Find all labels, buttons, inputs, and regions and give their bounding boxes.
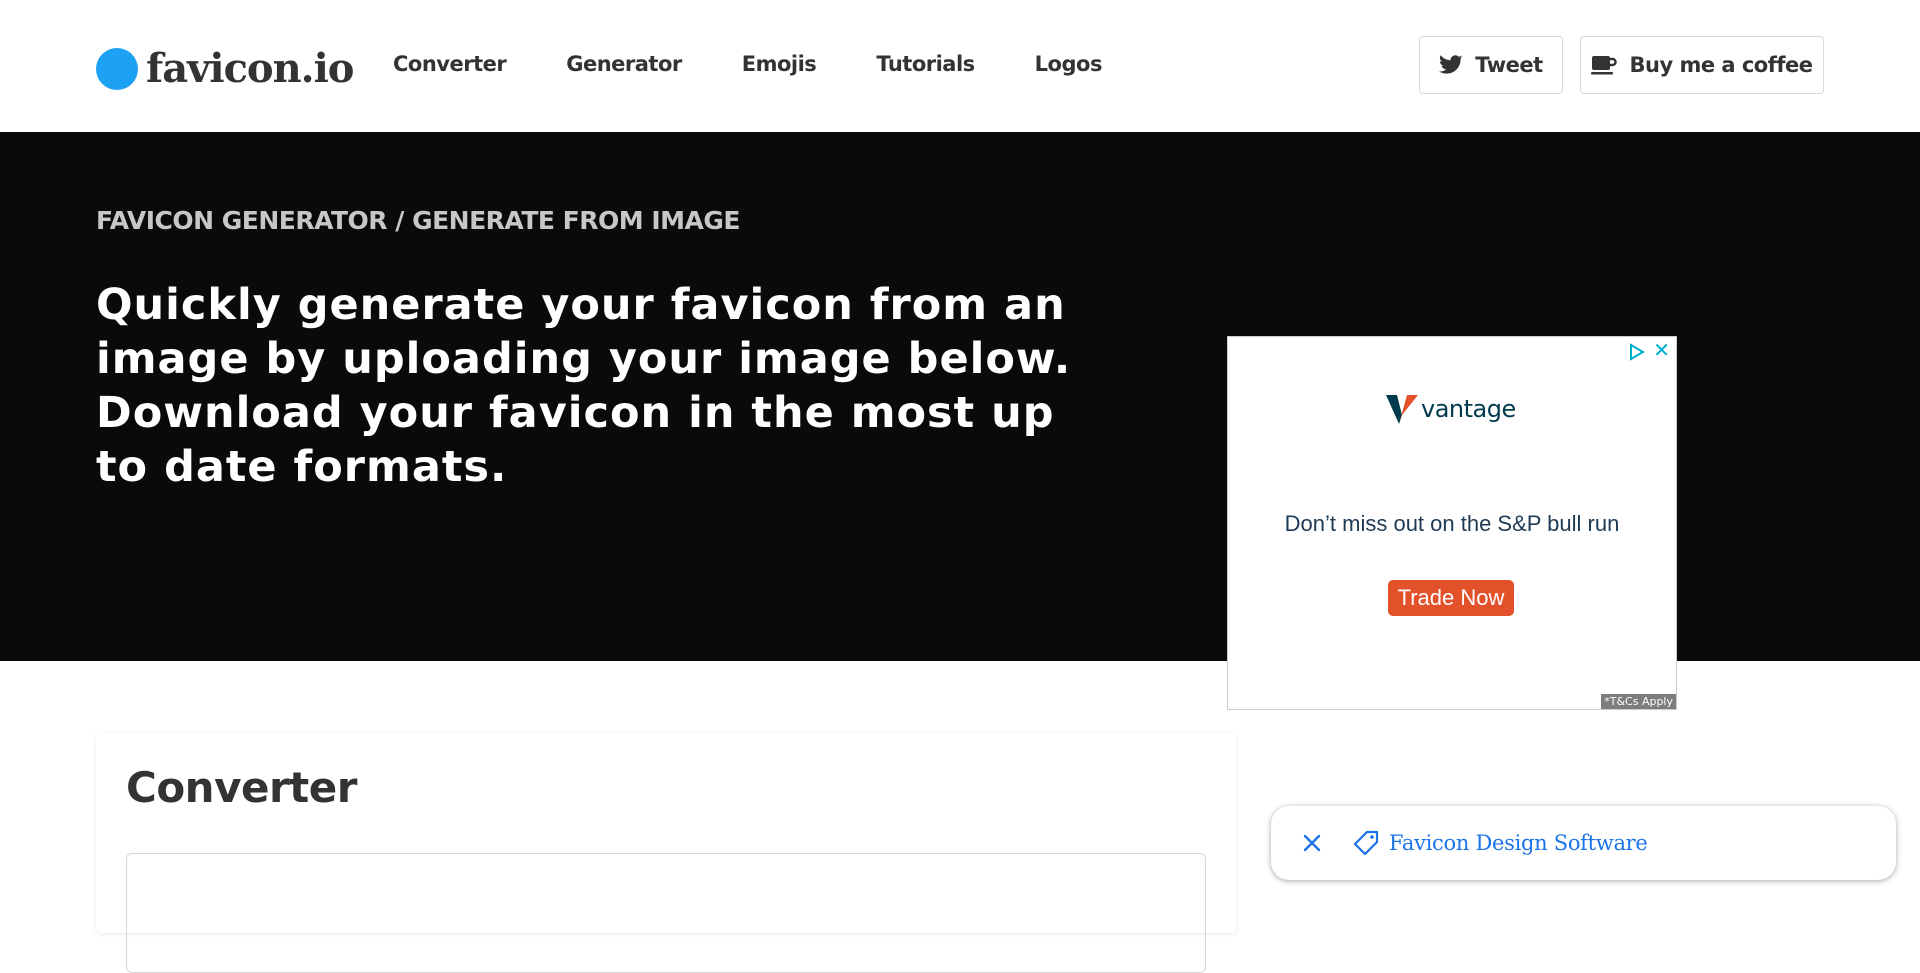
- page-headline: Quickly generate your favicon from an im…: [96, 280, 1072, 492]
- ad-close-icon[interactable]: ✕: [1653, 341, 1670, 361]
- ad-trade-now-button[interactable]: Trade Now: [1388, 580, 1514, 616]
- tag-icon: [1353, 830, 1379, 856]
- ad-terms-label: *T&Cs Apply: [1601, 694, 1676, 709]
- main-nav: Converter Generator Emojis Tutorials Log…: [393, 52, 1162, 76]
- coffee-cup-icon: [1591, 56, 1618, 75]
- hero-section: FAVICON GENERATOR / GENERATE FROM IMAGE …: [0, 132, 1920, 710]
- ad-message: Don’t miss out on the S&P bull run: [1284, 511, 1620, 536]
- nav-emojis[interactable]: Emojis: [742, 52, 817, 76]
- tweet-label: Tweet: [1475, 53, 1543, 77]
- nav-tutorials[interactable]: Tutorials: [876, 52, 975, 76]
- suggestion-label: Favicon Design Software: [1389, 831, 1648, 855]
- favicon-design-software-link[interactable]: Favicon Design Software: [1353, 830, 1648, 856]
- vantage-logo-icon: [1386, 395, 1418, 424]
- ad-brand-logo: vantage: [1385, 393, 1516, 425]
- tweet-button[interactable]: Tweet: [1419, 36, 1563, 94]
- site-logo[interactable]: favicon.io: [96, 45, 354, 92]
- buy-me-a-coffee-button[interactable]: Buy me a coffee: [1580, 36, 1824, 94]
- converter-card: Converter: [96, 733, 1236, 973]
- advertisement[interactable]: ✕ vantage Don’t miss out on the S&P bull…: [1227, 336, 1677, 710]
- converter-title: Converter: [126, 763, 357, 812]
- nav-logos[interactable]: Logos: [1035, 52, 1103, 76]
- logo-text: favicon.io: [146, 45, 354, 92]
- nav-converter[interactable]: Converter: [393, 52, 507, 76]
- adchoices-icon[interactable]: [1628, 343, 1646, 366]
- nav-generator[interactable]: Generator: [566, 52, 682, 76]
- logo-dot-icon: [96, 47, 138, 90]
- top-navbar: favicon.io Converter Generator Emojis Tu…: [0, 0, 1920, 132]
- ad-brand-name: vantage: [1421, 395, 1516, 423]
- twitter-icon: [1439, 55, 1463, 74]
- breadcrumb: FAVICON GENERATOR / GENERATE FROM IMAGE: [96, 206, 740, 235]
- close-icon[interactable]: [1297, 828, 1327, 858]
- related-search-pill: Favicon Design Software: [1271, 806, 1896, 880]
- image-upload-dropzone[interactable]: [126, 853, 1206, 973]
- coffee-label: Buy me a coffee: [1629, 53, 1813, 77]
